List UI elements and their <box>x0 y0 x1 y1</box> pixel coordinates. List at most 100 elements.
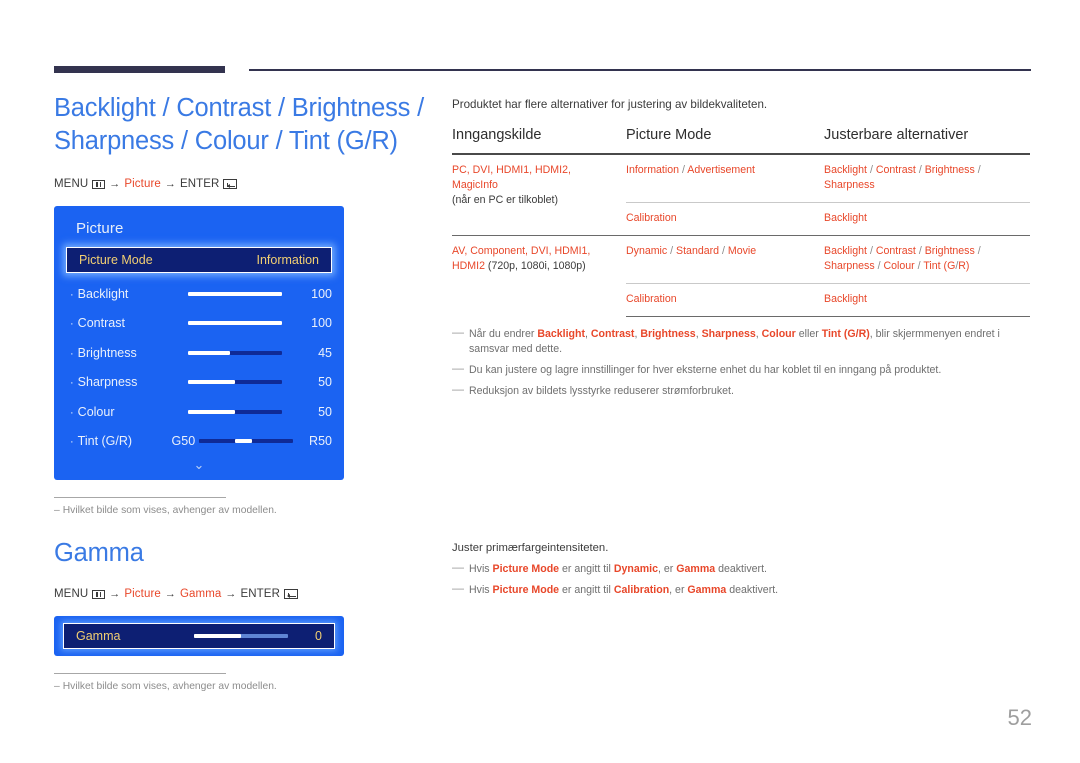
osd-slider-contrast[interactable] <box>180 321 290 326</box>
osd-picture-menu: Picture Picture Mode Information · Backli… <box>54 206 344 480</box>
enter-key-icon <box>283 589 298 599</box>
osd-picture-mode-label: Picture Mode <box>79 253 153 267</box>
note-item: — Reduksjon av bildets lysstyrke reduser… <box>452 382 1030 399</box>
osd-title: Picture <box>76 220 124 237</box>
footnote-body: Hvilket bilde som vises, avhenger av mod… <box>62 681 277 692</box>
osd-value-brightness: 45 <box>318 345 332 360</box>
chevron-down-icon[interactable]: ⌄ <box>66 456 332 471</box>
bullet-dot-icon: · <box>70 436 74 449</box>
breadcrumb-arrow-1: → <box>109 178 121 190</box>
osd-slider-tint[interactable] <box>199 439 294 444</box>
breadcrumb-arrow-1: → <box>109 588 121 600</box>
intro-text: Produktet har flere alternativer for jus… <box>452 98 768 111</box>
osd-row-label: · Tint (G/R) <box>66 434 172 448</box>
note-dash: — <box>452 581 464 595</box>
cell-source-2: AV, Component, DVI, HDMI1, HDMI2 (720p, … <box>452 235 626 317</box>
osd-row-backlight[interactable]: · Backlight 100 <box>66 279 332 309</box>
osd-slider-backlight[interactable] <box>180 291 290 296</box>
breadcrumb-menu-label: MENU <box>54 178 89 190</box>
footnote-dash: – <box>54 505 60 516</box>
header-rule-line <box>249 69 1031 71</box>
breadcrumb-enter-label: ENTER <box>179 178 220 190</box>
osd-tint-left-label: G50 <box>171 434 196 449</box>
osd-row-label: · Backlight <box>66 287 180 301</box>
osd-row-brightness[interactable]: · Brightness 45 <box>66 338 332 368</box>
note-dash: — <box>452 382 464 396</box>
bullet-dot-icon: · <box>70 406 74 419</box>
left-column: Backlight / Contrast / Brightness / Shar… <box>54 92 424 692</box>
note-item: — Du kan justere og lagre innstillinger … <box>452 361 1030 378</box>
note-dash: — <box>452 560 464 574</box>
osd-label-text: Backlight <box>77 286 129 301</box>
breadcrumb-step-picture: Picture <box>124 178 161 190</box>
osd-value-colour: 50 <box>318 404 332 419</box>
menu-grid-icon <box>92 589 106 599</box>
notes-list: — Når du endrer Backlight, Contrast, Bri… <box>452 325 1030 399</box>
cell-source-1: PC, DVI, HDMI1, HDMI2, MagicInfo (når en… <box>452 154 626 236</box>
cell-options-4: Backlight <box>824 283 1030 317</box>
table-row: PC, DVI, HDMI1, HDMI2, MagicInfo (når en… <box>452 154 1030 206</box>
column-header-source: Inngangskilde <box>452 127 542 143</box>
osd-row-sharpness[interactable]: · Sharpness 50 <box>66 368 332 398</box>
footnote-divider <box>54 673 226 674</box>
note-text: Når du endrer Backlight, Contrast, Brigh… <box>469 328 1000 355</box>
bullet-dot-icon: · <box>70 377 74 390</box>
osd-label-text: Brightness <box>77 345 137 360</box>
column-header-mode: Picture Mode <box>626 127 712 143</box>
osd-tint-right-label: R50 <box>309 434 332 449</box>
breadcrumb-enter-label: ENTER <box>240 588 280 600</box>
cell-mode-3: Dynamic / Standard / Movie <box>626 235 824 284</box>
osd-row-list: · Backlight 100 · Contrast 100 · Brightness… <box>54 273 344 471</box>
footnote-dash: – <box>54 681 60 692</box>
note-item: — Hvis Picture Mode er angitt til Dynami… <box>452 560 1030 577</box>
cell-source-black: (når en PC er tilkoblet) <box>452 194 558 206</box>
osd-row-label: · Sharpness <box>66 375 180 389</box>
osd-slider-colour[interactable] <box>180 409 290 414</box>
footnote-text: – Hvilket bilde som vises, avhenger av mo… <box>54 681 277 692</box>
osd-row-contrast[interactable]: · Contrast 100 <box>66 309 332 339</box>
osd-row-label: · Contrast <box>66 316 180 330</box>
osd-slider-sharpness[interactable] <box>180 380 290 385</box>
osd-row-label: · Brightness <box>66 346 180 360</box>
gamma-description-block: Juster primærfargeintensiteten. — Hvis P… <box>452 542 1030 604</box>
bullet-dot-icon: · <box>70 288 74 301</box>
cell-options-1: Backlight / Contrast / Brightness / Shar… <box>824 164 981 191</box>
footnote-divider <box>54 497 226 498</box>
breadcrumb-gamma: MENU → Picture → Gamma → ENTER <box>54 588 424 600</box>
table-header-row: Inngangskilde Picture Mode Justerbare al… <box>452 127 1030 154</box>
osd-row-picture-mode[interactable]: Picture Mode Information <box>66 247 332 273</box>
spec-table: Inngangskilde Picture Mode Justerbare al… <box>452 127 1030 317</box>
enter-key-icon <box>223 179 238 189</box>
note-dash: — <box>452 325 464 339</box>
breadcrumb-step-picture: Picture <box>124 588 161 600</box>
osd-slider-brightness[interactable] <box>180 350 290 355</box>
osd-row-tint[interactable]: · Tint (G/R) G50 R50 <box>66 427 332 457</box>
footnote-text: – Hvilket bilde som vises, avhenger av mo… <box>54 505 277 516</box>
osd-row-colour[interactable]: · Colour 50 <box>66 397 332 427</box>
bullet-dot-icon: · <box>70 347 74 360</box>
section-title-gamma: Gamma <box>54 539 144 567</box>
column-header-options: Justerbare alternativer <box>824 127 969 143</box>
bullet-dot-icon: · <box>70 318 74 331</box>
note-text: Du kan justere og lagre innstillinger fo… <box>469 364 942 376</box>
footnote-body: Hvilket bilde som vises, avhenger av mod… <box>62 505 277 516</box>
right-column: Produktet har flere alternativer for jus… <box>452 98 1030 405</box>
cell-mode-4: Calibration <box>626 283 824 317</box>
breadcrumb-menu-label: MENU <box>54 588 89 600</box>
osd-label-text: Contrast <box>77 316 125 331</box>
osd-row-gamma[interactable]: Gamma 0 <box>63 623 335 649</box>
cell-mode-1: Information / Advertisement <box>626 164 755 176</box>
footnote-picture: – Hvilket bilde som vises, avhenger av mo… <box>54 497 277 516</box>
page-title: Backlight / Contrast / Brightness / Shar… <box>54 94 424 155</box>
cell-options-3: Backlight / Contrast / Brightness / Shar… <box>824 235 1030 284</box>
osd-gamma-label: Gamma <box>76 629 121 643</box>
note-dash: — <box>452 361 464 375</box>
note-text: Hvis Picture Mode er angitt til Calibrat… <box>469 584 779 596</box>
note-item: — Hvis Picture Mode er angitt til Calibr… <box>452 581 1030 598</box>
osd-value-backlight: 100 <box>311 286 332 301</box>
footnote-gamma: – Hvilket bilde som vises, avhenger av mo… <box>54 673 277 692</box>
breadcrumb-step-gamma: Gamma <box>179 588 222 600</box>
osd-slider-gamma[interactable] <box>186 634 296 638</box>
osd-gamma-value: 0 <box>315 629 322 643</box>
osd-label-text: Sharpness <box>77 375 138 390</box>
